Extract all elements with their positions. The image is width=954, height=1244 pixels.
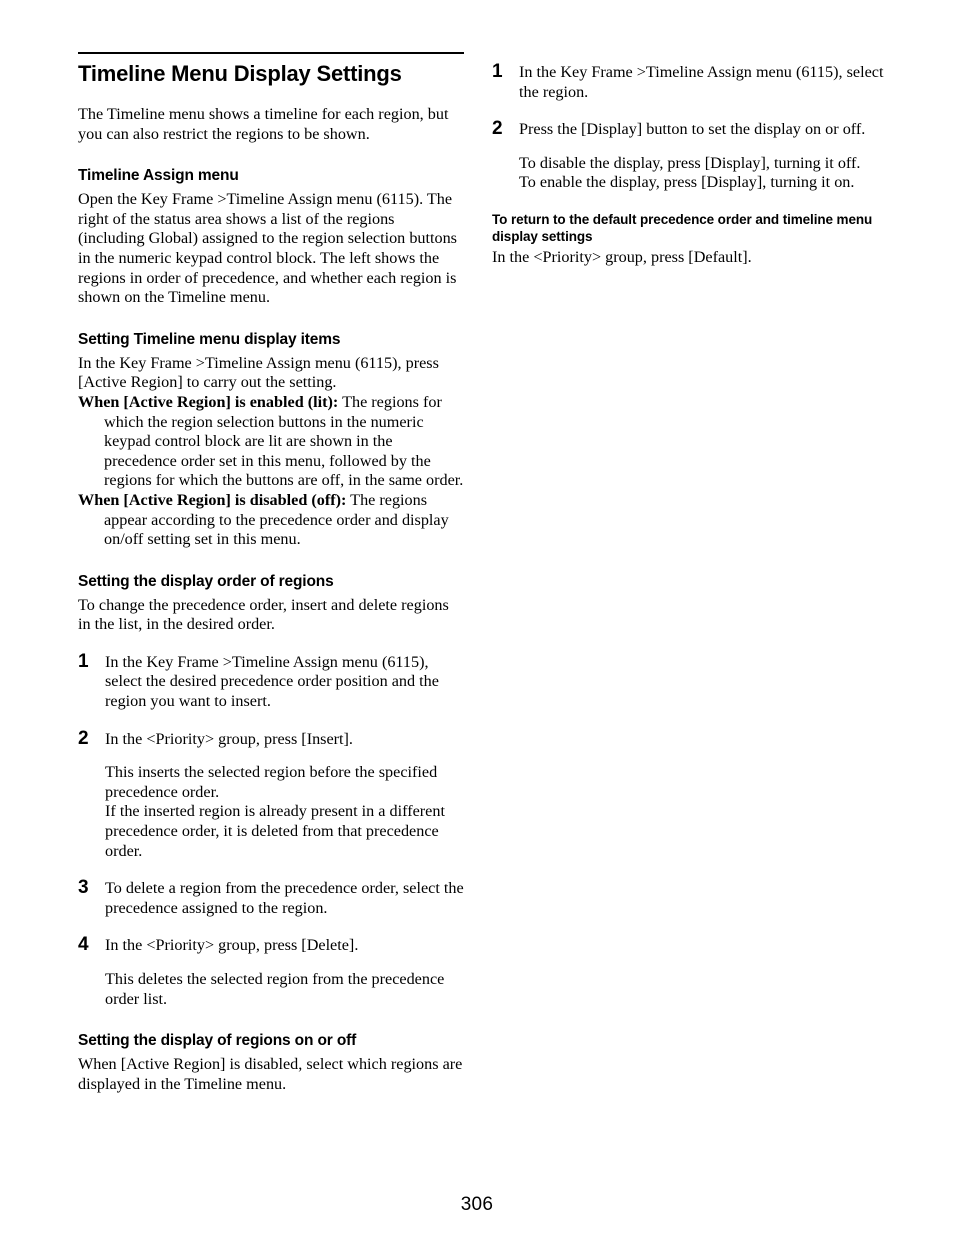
step-number: 3 (78, 877, 89, 899)
step-body: In the Key Frame >Timeline Assign menu (… (519, 63, 884, 102)
step-number: 1 (78, 650, 89, 672)
step-paragraph: In the <Priority> group, press [Insert]. (105, 729, 353, 748)
definition-term: When [Active Region] is enabled (lit): (78, 392, 339, 411)
step-item: 2 In the <Priority> group, press [Insert… (78, 727, 464, 862)
step-paragraph: This deletes the selected region from th… (105, 970, 445, 1008)
definition-term: When [Active Region] is disabled (off): (78, 490, 347, 509)
section-heading-display-onoff: Setting the display of regions on or off (78, 1032, 357, 1050)
title-rule (78, 52, 464, 54)
step-paragraph: In the <Priority> group, press [Delete]. (105, 936, 359, 955)
step-number: 4 (78, 934, 89, 956)
document-page: Timeline Menu Display Settings The Timel… (0, 0, 954, 1244)
section-body-return-to-default: In the <Priority> group, press [Default]… (492, 247, 752, 266)
step-paragraph: To disable the display, press [Display],… (519, 153, 861, 172)
intro-paragraph: The Timeline menu shows a timeline for e… (78, 105, 449, 143)
step-paragraph: In the Key Frame >Timeline Assign menu (… (519, 63, 884, 101)
page-number: 306 (460, 1194, 494, 1215)
section-heading-display-items: Setting Timeline menu display items (78, 330, 341, 348)
definition-active-region-disabled: When [Active Region] is disabled (off): … (78, 491, 464, 550)
step-item: 1 In the Key Frame >Timeline Assign menu… (78, 650, 464, 712)
step-item: 4 In the <Priority> group, press [Delete… (78, 934, 464, 1009)
step-item: 2 Press the [Display] button to set the … (492, 118, 884, 193)
step-body: Press the [Display] button to set the di… (519, 120, 884, 193)
section-body-display-items: In the Key Frame >Timeline Assign menu (… (78, 353, 439, 392)
step-paragraph: To enable the display, press [Display], … (519, 173, 855, 192)
step-body: To delete a region from the precedence o… (105, 879, 464, 918)
section-heading-display-order: Setting the display order of regions (78, 572, 334, 590)
section-heading-return-to-default: To return to the default precedence orde… (492, 211, 873, 244)
step-paragraph: If the inserted region is already presen… (105, 802, 445, 860)
step-body: In the <Priority> group, press [Insert].… (105, 730, 464, 862)
step-paragraph: Press the [Display] button to set the di… (519, 120, 866, 139)
step-number: 2 (78, 727, 89, 749)
step-body: In the Key Frame >Timeline Assign menu (… (105, 653, 464, 712)
section-body-display-order: To change the precedence order, insert a… (78, 595, 449, 634)
step-paragraph: This inserts the selected region before … (105, 763, 438, 801)
step-number: 1 (492, 61, 503, 82)
step-paragraph: In the Key Frame >Timeline Assign menu (… (105, 652, 439, 711)
section-heading-timeline-assign-menu: Timeline Assign menu (78, 167, 239, 185)
section-body-display-onoff: When [Active Region] is disabled, select… (78, 1055, 463, 1093)
step-item: 1 In the Key Frame >Timeline Assign menu… (492, 61, 884, 102)
step-number: 2 (492, 118, 503, 140)
step-body: In the <Priority> group, press [Delete].… (105, 936, 464, 1009)
step-paragraph: To delete a region from the precedence o… (105, 879, 464, 917)
step-item: 3 To delete a region from the precedence… (78, 877, 464, 918)
left-column: Timeline Menu Display Settings The Timel… (78, 52, 464, 1094)
right-column: 1 In the Key Frame >Timeline Assign menu… (492, 52, 884, 268)
section-body-timeline-assign-menu: Open the Key Frame >Timeline Assign menu… (78, 190, 457, 307)
page-title: Timeline Menu Display Settings (78, 61, 402, 86)
definition-active-region-enabled: When [Active Region] is enabled (lit): T… (78, 393, 464, 491)
